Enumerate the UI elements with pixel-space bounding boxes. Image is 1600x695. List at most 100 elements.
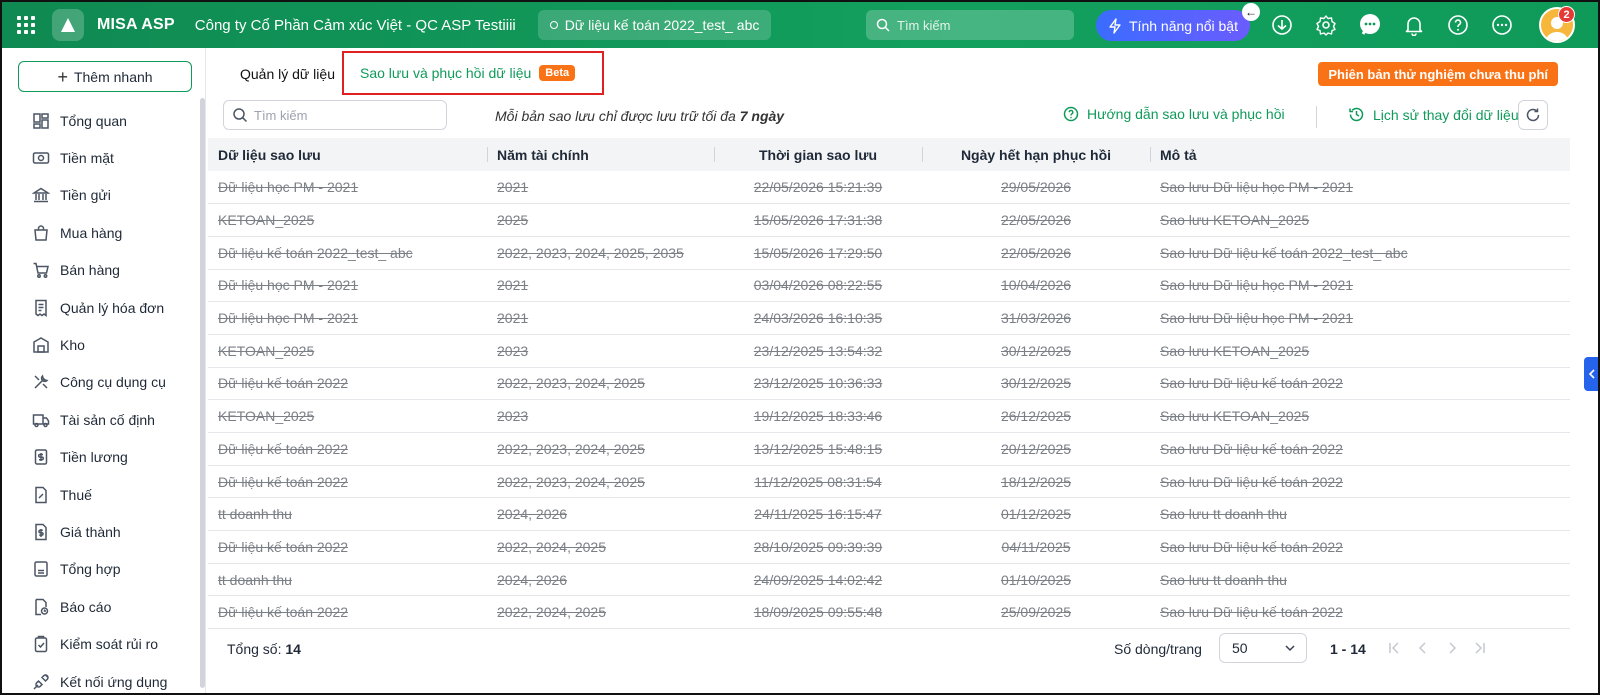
table-row[interactable]: Dữ liệu học PM - 2021 2021 22/05/2026 15:2…: [208, 171, 1570, 205]
global-search-input[interactable]: Tìm kiếm: [866, 10, 1074, 40]
table-cell: 22/05/2026 15:21:39: [714, 171, 922, 205]
arrow-left-icon[interactable]: ←: [1242, 3, 1260, 21]
sidebar-item-quan-ly-hoa-don[interactable]: Quản lý hóa đơn: [2, 289, 198, 326]
warehouse-icon: [33, 337, 49, 353]
table-row[interactable]: KETOAN_2025 2025 15/05/2026 17:31:38 22/05/…: [208, 203, 1570, 237]
refresh-button[interactable]: [1518, 100, 1548, 130]
first-page-icon[interactable]: [1386, 640, 1402, 656]
collapse-panel-button[interactable]: [1584, 357, 1598, 391]
beta-badge: Beta: [539, 65, 576, 81]
sidebar-item-tong-quan[interactable]: Tổng quan: [2, 102, 198, 139]
table-row[interactable]: tt doanh thu 2024, 2026 24/09/2025 14:02:4…: [208, 563, 1570, 597]
table-cell: tt doanh thu: [208, 497, 487, 532]
sidebar-item-label: Công cụ dụng cụ: [60, 374, 166, 391]
column-header-fiscal-year[interactable]: Năm tài chính: [487, 138, 714, 171]
sidebar-item-label: Kho: [60, 337, 85, 354]
more-options-icon[interactable]: [1490, 13, 1514, 37]
notification-bell-icon[interactable]: [1402, 13, 1426, 37]
table-cell: 24/09/2025 14:02:42: [714, 563, 922, 597]
chat-icon[interactable]: [1358, 13, 1382, 37]
settings-gear-icon[interactable]: [1314, 13, 1338, 37]
sidebar-item-tien-luong[interactable]: Tiền lương: [2, 439, 198, 476]
company-name[interactable]: Công ty Cổ Phần Cảm xúc Việt - QC ASP Te…: [195, 17, 516, 34]
sidebar-item-ban-hang[interactable]: Bán hàng: [2, 252, 198, 289]
sidebar-item-tong-hop[interactable]: Tổng hợp: [2, 551, 198, 588]
retention-days: 7 ngày: [739, 108, 785, 124]
tab-backup-restore[interactable]: Sao lưu và phục hồi dữ liệu Beta: [342, 51, 604, 95]
payroll-icon: [34, 449, 48, 465]
sidebar-item-bao-cao[interactable]: Báo cáo: [2, 588, 198, 625]
table-row[interactable]: Dữ liệu kế toán 2022_test_ abc 2022, 2023…: [208, 236, 1570, 270]
tab-bar: Quản lý dữ liệu Sao lưu và phục hồi dữ l…: [208, 48, 1598, 95]
column-header-description[interactable]: Mô tả: [1150, 138, 1570, 171]
column-header-backup-data[interactable]: Dữ liệu sao lưu: [208, 138, 487, 171]
table-row[interactable]: Dữ liệu học PM - 2021 2021 03/04/2026 08:2…: [208, 269, 1570, 303]
tab-data-management[interactable]: Quản lý dữ liệu: [240, 66, 335, 82]
previous-page-icon[interactable]: [1415, 640, 1431, 656]
sidebar-item-label: Giá thành: [60, 523, 121, 540]
table-cell: 18/12/2025: [922, 465, 1150, 499]
table-row[interactable]: KETOAN_2025 2023 23/12/2025 13:54:32 30/12/…: [208, 334, 1570, 368]
misa-logo-icon: [52, 9, 84, 41]
sidebar-item-tien-gui[interactable]: Tiền gửi: [2, 177, 198, 214]
backup-search-input[interactable]: Tìm kiếm: [223, 100, 447, 130]
table-row[interactable]: Dữ liệu học PM - 2021 2021 24/03/2026 16:1…: [208, 301, 1570, 335]
page-range: 1 - 14: [1330, 641, 1366, 657]
table-footer: Tổng số: 14 Số dòng/trang 50 1 - 14: [208, 628, 1570, 670]
table-cell: 2024, 2026: [487, 563, 714, 597]
backup-guide-link[interactable]: Hướng dẫn sao lưu và phục hồi: [1063, 106, 1285, 122]
table-cell: 2022, 2024, 2025: [487, 595, 714, 630]
table-row[interactable]: Dữ liệu kế toán 2022 2022, 2024, 2025 18/0…: [208, 595, 1570, 630]
tools-icon: [34, 374, 49, 389]
table-row[interactable]: Dữ liệu kế toán 2022 2022, 2023, 2024, 20…: [208, 465, 1570, 499]
sidebar-item-tai-san-co-dinh[interactable]: Tài sản cố định: [2, 401, 198, 438]
sidebar-item-label: Kết nối ứng dụng: [60, 673, 168, 690]
sidebar-item-tien-mat[interactable]: Tiền mặt: [2, 139, 198, 176]
sidebar-item-kho[interactable]: Kho: [2, 326, 198, 363]
cash-icon: [32, 152, 50, 164]
help-circle-icon: [1063, 106, 1079, 122]
table-row[interactable]: Dữ liệu kế toán 2022 2022, 2023, 2024, 20…: [208, 432, 1570, 466]
column-header-restore-expiry[interactable]: Ngày hết hạn phục hồi: [922, 138, 1150, 171]
table-cell: Sao lưu KETOAN_2025: [1150, 203, 1570, 237]
quick-add-button[interactable]: + Thêm nhanh: [18, 61, 192, 92]
table-cell: Sao lưu KETOAN_2025: [1150, 399, 1570, 433]
table-cell: Sao lưu Dữ liệu học PM - 2021: [1150, 301, 1570, 335]
next-page-icon[interactable]: [1444, 640, 1460, 656]
table-row[interactable]: Dữ liệu kế toán 2022 2022, 2023, 2024, 20…: [208, 367, 1570, 401]
invoice-icon: [35, 299, 47, 317]
last-page-icon[interactable]: [1472, 640, 1488, 656]
table-cell: 13/12/2025 15:48:15: [714, 432, 922, 466]
help-icon[interactable]: [1446, 13, 1470, 37]
sidebar-item-gia-thanh[interactable]: Giá thành: [2, 513, 198, 550]
app-launcher-button[interactable]: [2, 2, 50, 48]
data-change-history-link[interactable]: Lịch sử thay đổi dữ liệu: [1348, 106, 1519, 123]
table-cell: 2025: [487, 203, 714, 237]
sidebar-item-ket-noi-ung-dung[interactable]: Kết nối ứng dụng: [2, 663, 198, 693]
column-header-backup-time[interactable]: Thời gian sao lưu: [714, 138, 922, 171]
trial-version-badge: Phiên bản thử nghiệm chưa thu phí: [1318, 62, 1558, 86]
table-header-row: Dữ liệu sao lưu Năm tài chính Thời gian …: [208, 138, 1570, 171]
table-cell: Dữ liệu kế toán 2022: [208, 465, 487, 499]
table-cell: 2022, 2024, 2025: [487, 530, 714, 564]
database-selector[interactable]: Dữ liệu kế toán 2022_test_ abc: [537, 10, 772, 40]
table-row[interactable]: KETOAN_2025 2023 19/12/2025 18:33:46 26/12/…: [208, 399, 1570, 433]
table-row[interactable]: Dữ liệu kế toán 2022 2022, 2024, 2025 28/1…: [208, 530, 1570, 564]
sidebar-scrollbar[interactable]: [200, 98, 205, 688]
table-cell: 2023: [487, 399, 714, 433]
table-cell: Sao lưu Dữ liệu học PM - 2021: [1150, 269, 1570, 303]
rows-per-page-select[interactable]: 50: [1219, 633, 1307, 663]
table-row[interactable]: tt doanh thu 2024, 2026 24/11/2025 16:15:4…: [208, 497, 1570, 532]
sidebar-item-cong-cu-dung-cu[interactable]: Công cụ dụng cụ: [2, 364, 198, 401]
sidebar-item-kiem-soat-rui-ro[interactable]: Kiểm soát rủi ro: [2, 625, 198, 662]
download-icon[interactable]: [1270, 13, 1294, 37]
notification-count-badge: 2: [1558, 6, 1575, 23]
table-cell: 22/05/2026: [922, 203, 1150, 237]
table-cell: Sao lưu Dữ liệu kế toán 2022: [1150, 465, 1570, 499]
featured-features-button[interactable]: Tính năng nổi bật: [1096, 10, 1250, 41]
sidebar-item-thue[interactable]: Thuế: [2, 476, 198, 513]
brand-name: MISA ASP: [97, 16, 175, 33]
table-cell: 18/09/2025 09:55:48: [714, 595, 922, 630]
sidebar-item-mua-hang[interactable]: Mua hàng: [2, 214, 198, 251]
chevron-down-icon: [1285, 645, 1295, 652]
